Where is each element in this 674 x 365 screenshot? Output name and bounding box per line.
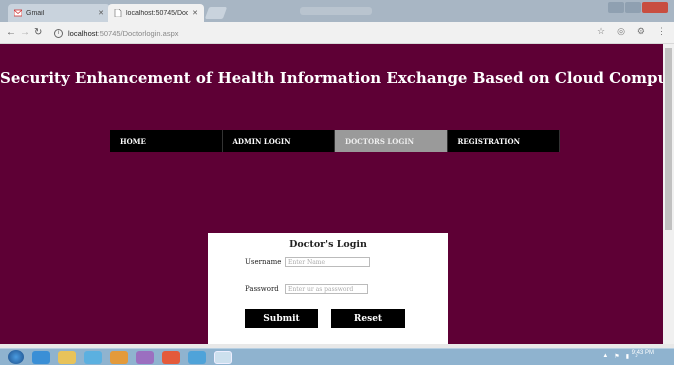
close-icon[interactable]: ✕	[98, 9, 104, 17]
window-close-button[interactable]	[642, 2, 668, 13]
chrome-icon[interactable]	[162, 350, 180, 364]
address-path: :50745/Doctorlogin.aspx	[97, 28, 179, 38]
menu-registration[interactable]: REGISTRATION	[447, 130, 560, 152]
puzzle-icon[interactable]: ⚙	[637, 26, 645, 37]
site-title: Security Enhancement of Health Informati…	[0, 69, 663, 87]
toolbar-actions: ☆ ◎ ⚙ ⋮	[597, 26, 666, 37]
menu-admin-login[interactable]: ADMIN LOGIN	[222, 130, 335, 152]
submit-button[interactable]: Submit	[245, 309, 318, 328]
scrollbar-thumb[interactable]	[665, 48, 672, 230]
minimize-button[interactable]	[608, 2, 624, 13]
address-bar[interactable]: i localhost :50745/Doctorlogin.aspx	[54, 25, 614, 41]
taskbar	[0, 348, 674, 365]
username-label: Username	[245, 258, 282, 266]
tab-label: Gmail	[26, 9, 45, 17]
flag-icon[interactable]: ⚑	[614, 353, 619, 360]
address-host: localhost	[68, 28, 98, 38]
page-icon	[114, 8, 122, 18]
network-icon[interactable]: ▮	[626, 353, 629, 360]
new-tab-button[interactable]	[204, 7, 228, 19]
close-icon[interactable]: ✕	[192, 9, 198, 17]
reset-button[interactable]: Reset	[331, 309, 405, 328]
menu-doctors-login[interactable]: DOCTORS LOGIN	[335, 130, 448, 152]
gmail-icon	[13, 9, 23, 17]
menu-home[interactable]: HOME	[110, 130, 223, 152]
visual-studio-icon[interactable]	[136, 350, 154, 364]
app-icon[interactable]	[110, 350, 128, 364]
login-panel: Doctor's Login Username Password Submit …	[208, 233, 448, 347]
password-input[interactable]	[285, 284, 368, 294]
password-label: Password	[245, 285, 279, 293]
folder-icon[interactable]	[58, 350, 76, 364]
tray-arrow-icon[interactable]: ▲	[602, 353, 608, 360]
taskbar-clock[interactable]: 9:43 PM	[632, 350, 654, 357]
start-button-icon[interactable]	[8, 350, 24, 364]
document-icon[interactable]	[214, 350, 232, 364]
username-input[interactable]	[285, 257, 370, 267]
vertical-scrollbar[interactable]	[663, 44, 674, 347]
tab-doctorlogin[interactable]: localhost:50745/Doctorl ✕	[108, 4, 204, 22]
reload-icon[interactable]: ↻	[34, 26, 42, 40]
info-icon[interactable]: i	[54, 28, 63, 38]
network-app-icon[interactable]	[188, 350, 206, 364]
main-menu: HOME ADMIN LOGIN DOCTORS LOGIN REGISTRAT…	[110, 130, 560, 152]
window-controls	[608, 2, 668, 13]
maximize-button[interactable]	[625, 2, 641, 13]
browser-tabstrip: Gmail ✕ localhost:50745/Doctorl ✕	[0, 0, 674, 22]
tab-label: localhost:50745/Doctorl	[126, 9, 189, 17]
internet-explorer-icon[interactable]	[32, 350, 50, 364]
media-player-icon[interactable]	[84, 350, 102, 364]
back-arrow-icon[interactable]: ←	[6, 26, 16, 40]
extension-icon[interactable]: ◎	[617, 26, 625, 37]
login-title: Doctor's Login	[289, 239, 367, 250]
menu-icon[interactable]: ⋮	[657, 26, 666, 37]
window-title	[300, 7, 372, 15]
star-icon[interactable]: ☆	[597, 26, 605, 37]
page-viewport: Security Enhancement of Health Informati…	[0, 44, 663, 347]
forward-arrow-icon[interactable]: →	[20, 26, 30, 40]
tab-gmail[interactable]: Gmail ✕	[8, 4, 110, 22]
